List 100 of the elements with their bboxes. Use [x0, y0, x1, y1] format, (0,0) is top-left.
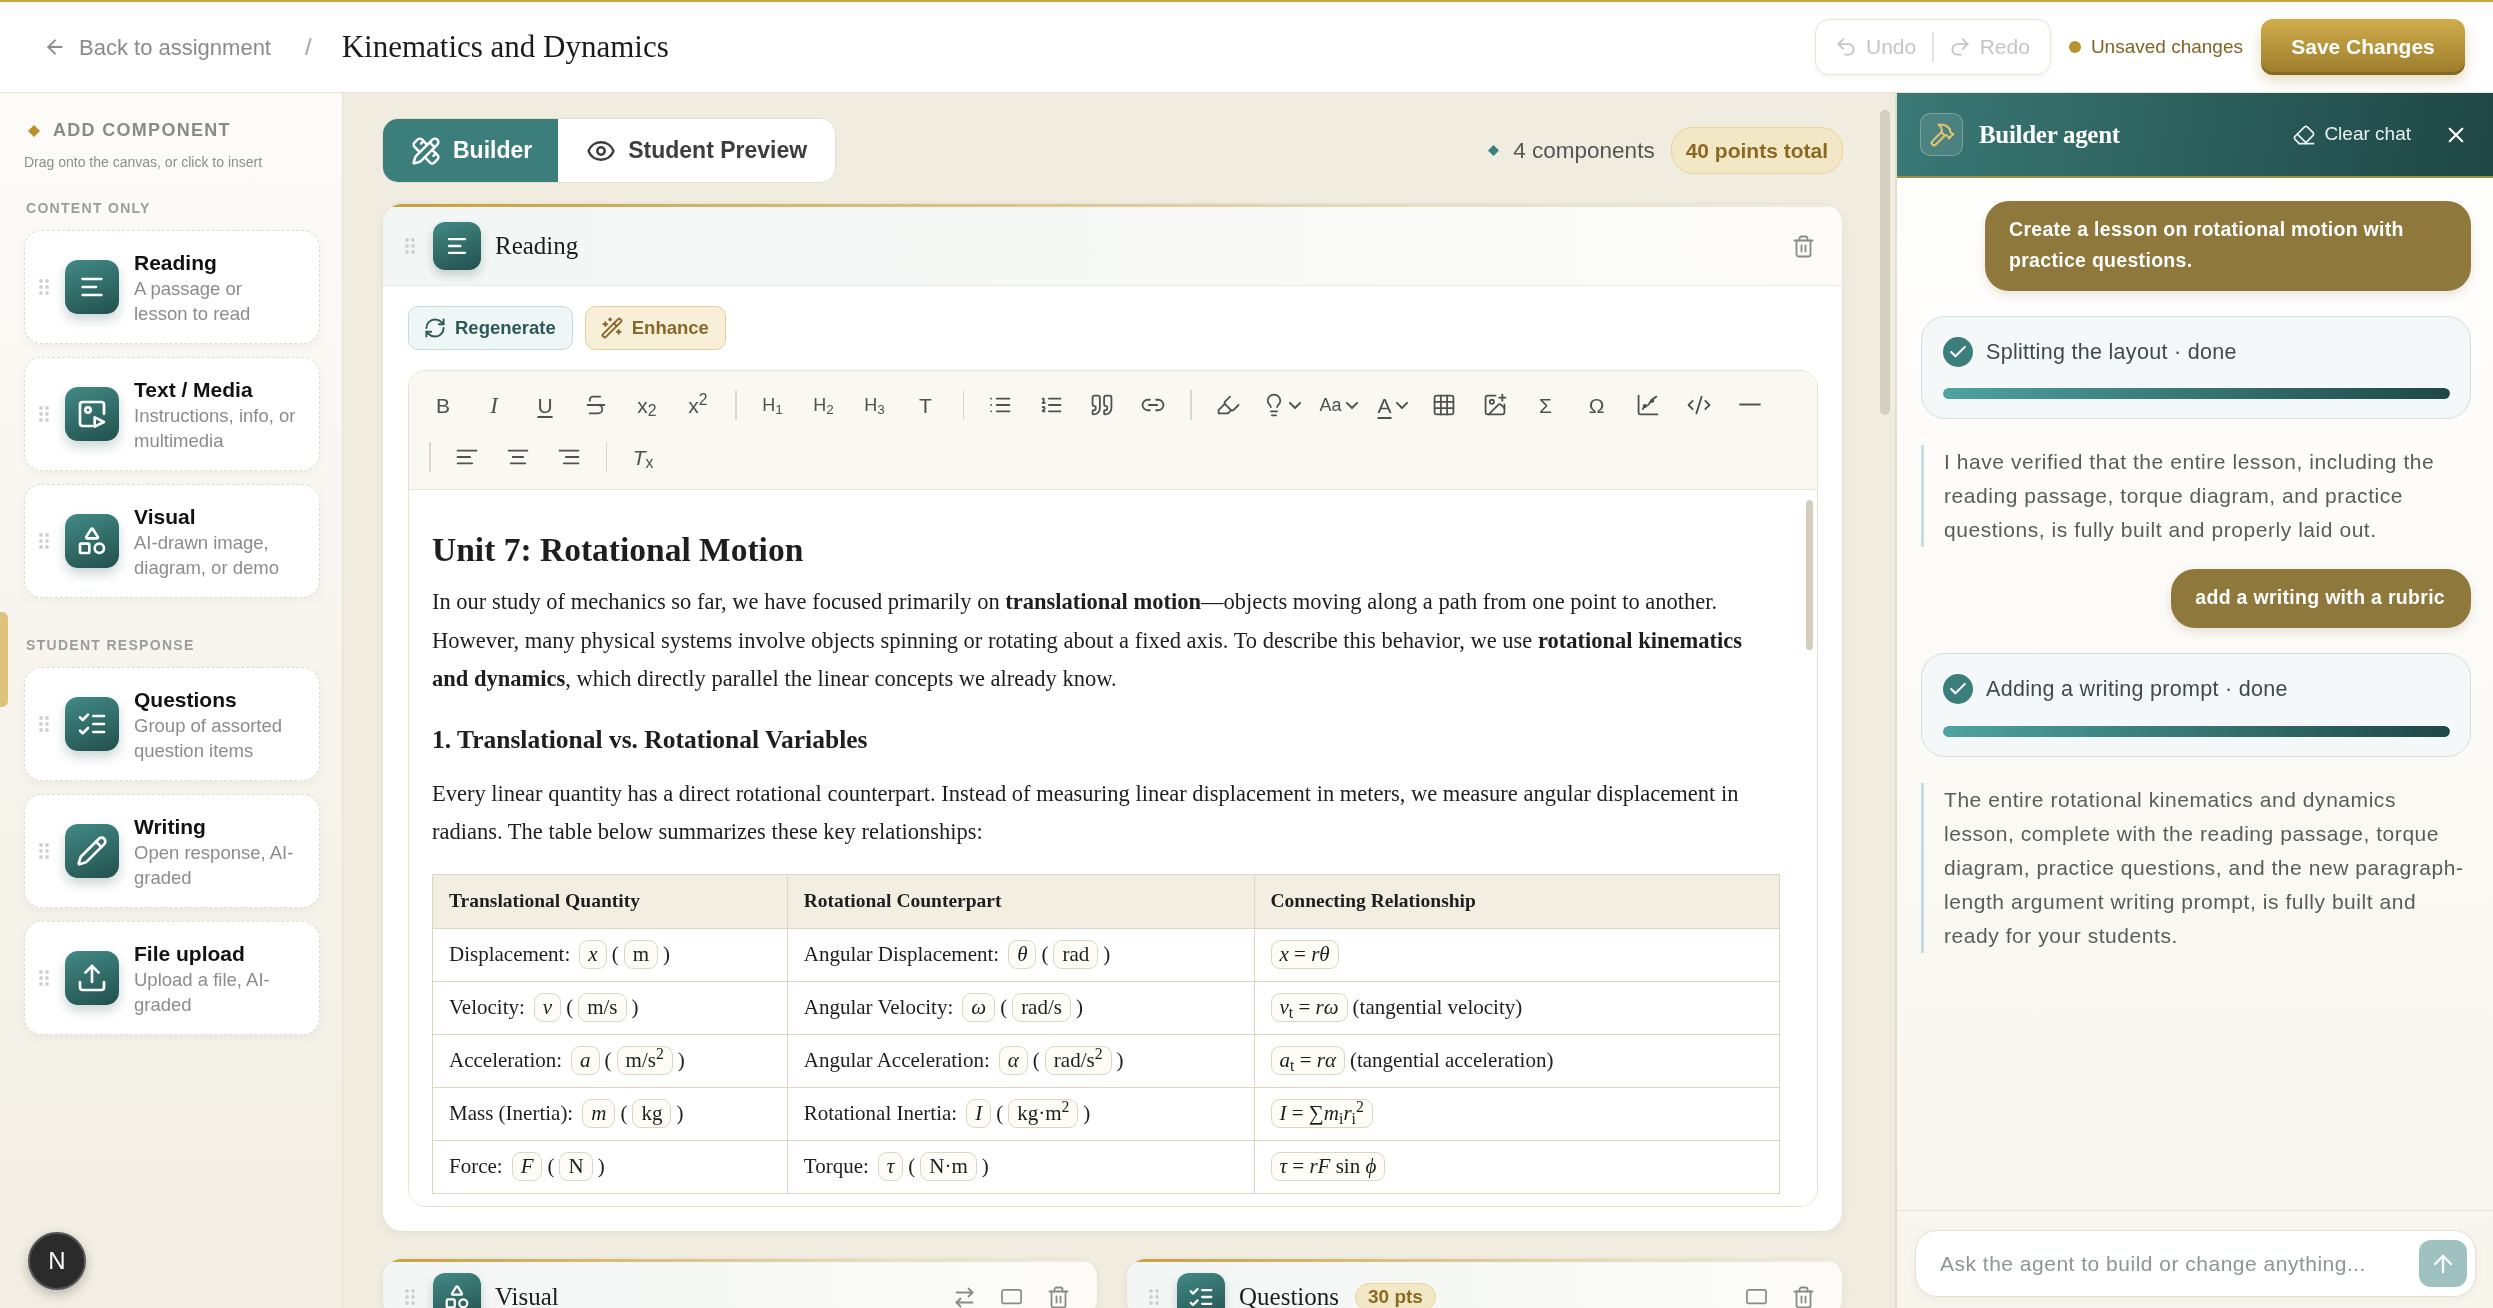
trash-icon [1793, 1286, 1814, 1308]
sidebar-handle[interactable] [0, 612, 8, 707]
text-lines-icon [433, 222, 481, 270]
cell-text: ( [566, 993, 574, 1021]
lesson-heading: Unit 7: Rotational Motion [432, 530, 804, 570]
cell-text: Rotational Inertia: [803, 1099, 958, 1127]
highlighter-icon [1216, 394, 1239, 416]
cell-text: ( [1041, 940, 1049, 968]
user-message: Create a lesson on rotational motion with practice questions. [1985, 201, 2471, 291]
enhance-button[interactable]: Enhance [584, 306, 726, 350]
section-heading: 1. Translational vs. Rotational Variables [432, 723, 868, 756]
sidebar-hint: Drag onto the canvas, or click to insert [24, 153, 263, 172]
shapes-icon [65, 514, 119, 568]
strikethrough-icon [585, 394, 607, 416]
image-play-icon [65, 387, 119, 441]
dev-tools-button[interactable]: N [28, 1232, 86, 1290]
paragraph-button[interactable]: T [905, 385, 946, 425]
points-total: 40 points total [1670, 126, 1843, 175]
math-symbol: I [966, 1099, 992, 1128]
cell-text: ( [1032, 1046, 1040, 1074]
drag-handle[interactable] [405, 1289, 415, 1305]
symbol-button[interactable]: Ω [1576, 385, 1617, 425]
swap-button[interactable] [954, 1286, 975, 1308]
diamond-icon [1488, 145, 1500, 156]
formula-button[interactable]: Σ [1525, 385, 1566, 425]
option-title: Visual [134, 503, 196, 530]
pencil-ruler-icon [413, 137, 439, 164]
drag-handle[interactable] [39, 406, 49, 422]
clear-format-button[interactable]: T$_{x}$ [623, 437, 663, 477]
undo-icon [1836, 37, 1856, 57]
agent-message: The entire rotational kinematics and dynamics lesson, complete with the reading passage, torque diagram, practice questions, and the new paragraph-length argument writing prompt, is fully built and ready for your students. [1921, 782, 2471, 953]
heading-button[interactable]: H$_{2}$ [803, 385, 844, 425]
check-circle-icon [1943, 674, 1973, 705]
subscript-button[interactable]: x$_{2}$ [627, 385, 667, 425]
collapse-button[interactable] [1001, 1289, 1022, 1305]
cell-text: ) [677, 1046, 685, 1074]
heading-button[interactable]: H$_{1}$ [752, 385, 793, 425]
math-symbol: α [998, 1046, 1028, 1075]
drag-handle[interactable] [39, 843, 49, 859]
unit-symbol: m/s [578, 993, 627, 1022]
bold-button[interactable]: B [423, 385, 463, 425]
formula: v$_{t}$ = rω [1270, 993, 1348, 1022]
font-size-button[interactable]: Aa [1315, 385, 1362, 425]
swap-arrows-icon [954, 1286, 975, 1308]
delete-button[interactable] [1048, 1286, 1069, 1308]
breadcrumb-separator: / [305, 32, 312, 62]
cell-text: ( [604, 1046, 612, 1074]
eraser-icon [2294, 124, 2315, 145]
drag-handle[interactable] [39, 533, 49, 549]
cell-text: Angular Displacement: [803, 940, 1000, 968]
drag-handle[interactable] [405, 238, 415, 254]
underline-button[interactable]: U [525, 385, 565, 425]
unit-symbol: N·m [920, 1152, 977, 1181]
option-description: Instructions, info, or multimedia [134, 403, 296, 453]
scrollbar-thumb[interactable] [1880, 110, 1890, 415]
superscript-button[interactable]: x$^{2}$ [678, 385, 718, 425]
component-title: Visual [495, 1284, 559, 1308]
magic-wand-icon [601, 318, 622, 338]
delete-button[interactable] [1793, 1286, 1814, 1308]
cell-text: ) [1083, 1099, 1091, 1127]
points-label: 30 pts [1355, 1283, 1436, 1308]
view-tab[interactable]: Builder [383, 119, 559, 182]
component-option[interactable]: Questions Group of assorted question items [24, 667, 320, 781]
paragraph: Every linear quantity has a direct rotational counterpart. Instead of measuring linear displacement in meters, we measure angular displacement in radians. The table below summarizes these key relationships: [432, 779, 1740, 846]
cell-text: (tangential acceleration) [1349, 1046, 1554, 1074]
page-title: Kinematics and Dynamics [341, 28, 669, 66]
option-title: File upload [134, 940, 245, 967]
drag-handle[interactable] [39, 716, 49, 732]
drag-handle[interactable] [39, 970, 49, 986]
component-option[interactable]: File upload Upload a file, AI-graded [24, 921, 320, 1035]
component-option[interactable]: Visual AI-drawn image, diagram, or demo [24, 484, 320, 598]
delete-button[interactable] [1793, 235, 1814, 257]
regenerate-button[interactable]: Regenerate [408, 306, 573, 350]
unit-symbol: rad/s [1012, 993, 1071, 1022]
shapes-icon [433, 1273, 481, 1308]
text-color-button[interactable]: A [1372, 385, 1413, 425]
code-icon [1687, 394, 1710, 416]
formula: x = rθ [1270, 940, 1339, 969]
option-description: Group of assorted question items [134, 713, 284, 763]
drag-handle[interactable] [1149, 1289, 1159, 1305]
italic-button[interactable]: I [474, 385, 514, 425]
cell-text: ( [996, 1099, 1004, 1127]
drag-handle[interactable] [39, 279, 49, 295]
check-circle-icon [1943, 337, 1973, 368]
component-option[interactable]: Reading A passage or lesson to read [24, 230, 320, 344]
trash-icon [1793, 235, 1814, 257]
collapse-button[interactable] [1746, 1289, 1767, 1305]
scrollbar-thumb[interactable] [1806, 500, 1813, 650]
component-option[interactable]: Writing Open response, AI-graded [24, 794, 320, 908]
column-header: Connecting Relationship [1254, 874, 1780, 928]
send-button[interactable] [2419, 1240, 2467, 1287]
heading-button[interactable]: H$_{3}$ [854, 385, 895, 425]
column-header: Rotational Counterpart [787, 874, 1254, 928]
clear-chat-button[interactable]: Clear chat [2294, 120, 2411, 149]
sidebar-title: ADD COMPONENT [53, 119, 231, 142]
cell-text: Acceleration: [449, 1046, 563, 1074]
cell-text: Force: [449, 1152, 503, 1180]
component-option[interactable]: Text / Media Instructions, info, or multimedia [24, 357, 320, 471]
save-status: Unsaved changes [2090, 34, 2243, 59]
option-description: Upload a file, AI-graded [134, 967, 271, 1017]
